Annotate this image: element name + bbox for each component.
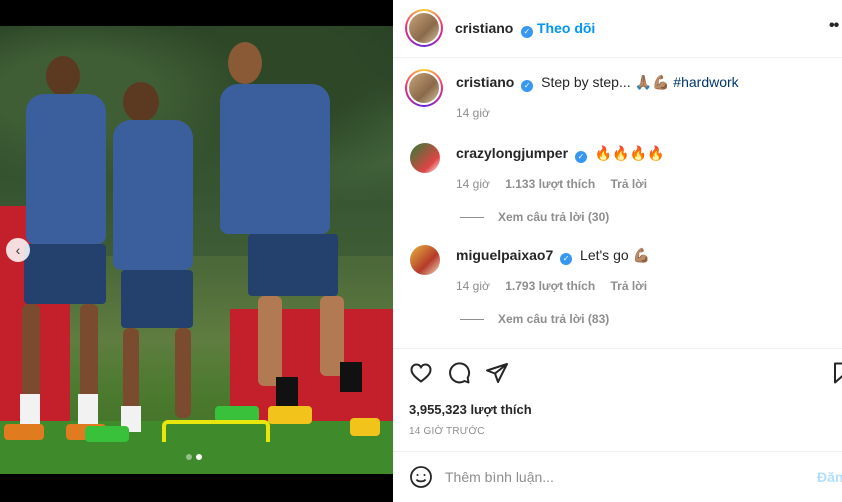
follow-button[interactable]: Theo dõi (537, 20, 595, 36)
post-author-username[interactable]: cristiano (455, 20, 513, 36)
avatar[interactable] (410, 143, 440, 173)
comment-likes[interactable]: 1.793 lượt thích (505, 279, 595, 293)
more-horizontal-icon[interactable]: •• (829, 17, 839, 35)
hashtag-link[interactable]: #hardwork (673, 74, 738, 90)
avatar[interactable] (405, 69, 443, 107)
comment-text: Let's go 💪🏽 (580, 247, 650, 263)
post-details-panel: cristiano ✓ Theo dõi •• cristiano ✓ Step… (393, 0, 842, 502)
caption-text: Step by step... (541, 74, 631, 90)
emoji-icon[interactable] (409, 465, 433, 489)
comment-likes[interactable]: 1.133 lượt thích (505, 177, 595, 191)
view-replies-button[interactable]: Xem câu trả lời (83) (460, 312, 609, 326)
likes-count[interactable]: 3,955,323 lượt thích (409, 402, 532, 417)
view-replies-button[interactable]: Xem câu trả lời (30) (460, 210, 609, 224)
share-icon[interactable] (485, 361, 509, 385)
post-comment-button[interactable]: Đăng (817, 469, 842, 485)
comment-item: crazylongjumper ✓ 🔥🔥🔥🔥 14 giờ 1.133 lượt… (393, 141, 842, 231)
post-media: ‹ (0, 0, 393, 502)
comments-list: cristiano ✓ Step by step... 🙏🏽💪🏽 #hardwo… (393, 59, 842, 347)
comment-item: miguelpaixao7 ✓ Let's go 💪🏽 14 giờ 1.793… (393, 243, 842, 333)
post-photo (0, 26, 393, 474)
caption-username[interactable]: cristiano (456, 74, 514, 90)
chevron-left-icon: ‹ (15, 242, 21, 258)
comment-text: 🔥🔥🔥🔥 (594, 145, 665, 161)
post-caption: cristiano ✓ Step by step... 🙏🏽💪🏽 #hardwo… (393, 69, 842, 129)
carousel-indicator (186, 454, 202, 460)
view-replies-label: Xem câu trả lời (30) (498, 210, 610, 224)
comment-composer: Đăng (393, 451, 842, 502)
comment-username[interactable]: crazylongjumper (456, 145, 568, 161)
comment-time: 14 giờ (456, 279, 490, 293)
caption-emojis: 🙏🏽💪🏽 (634, 74, 670, 90)
training-hurdle (162, 420, 270, 442)
comment-time: 14 giờ (456, 177, 490, 191)
verified-badge-icon: ✓ (574, 150, 587, 163)
avatar[interactable] (405, 9, 443, 47)
reply-button[interactable]: Trả lời (611, 279, 648, 293)
reply-button[interactable]: Trả lời (611, 177, 648, 191)
bookmark-icon[interactable] (831, 361, 842, 385)
comment-username[interactable]: miguelpaixao7 (456, 247, 553, 263)
verified-badge-icon: ✓ (520, 25, 533, 38)
post-timestamp[interactable]: 14 GIỜ TRƯỚC (409, 426, 485, 437)
caption-time: 14 giờ (456, 106, 490, 120)
comment-icon[interactable] (447, 361, 471, 385)
carousel-dot (186, 454, 192, 460)
post-header: cristiano ✓ Theo dõi •• (393, 0, 842, 58)
avatar[interactable] (410, 245, 440, 275)
player-figure (85, 76, 259, 466)
player-figure (220, 42, 380, 462)
verified-badge-icon: ✓ (560, 252, 573, 265)
heart-icon[interactable] (409, 361, 433, 385)
carousel-dot-active (196, 454, 202, 460)
verified-badge-icon: ✓ (521, 79, 534, 92)
post-actions: 3,955,323 lượt thích 14 GIỜ TRƯỚC (393, 348, 842, 448)
carousel-prev-button[interactable]: ‹ (6, 238, 30, 262)
comment-input[interactable] (445, 466, 795, 488)
view-replies-label: Xem câu trả lời (83) (498, 312, 610, 326)
